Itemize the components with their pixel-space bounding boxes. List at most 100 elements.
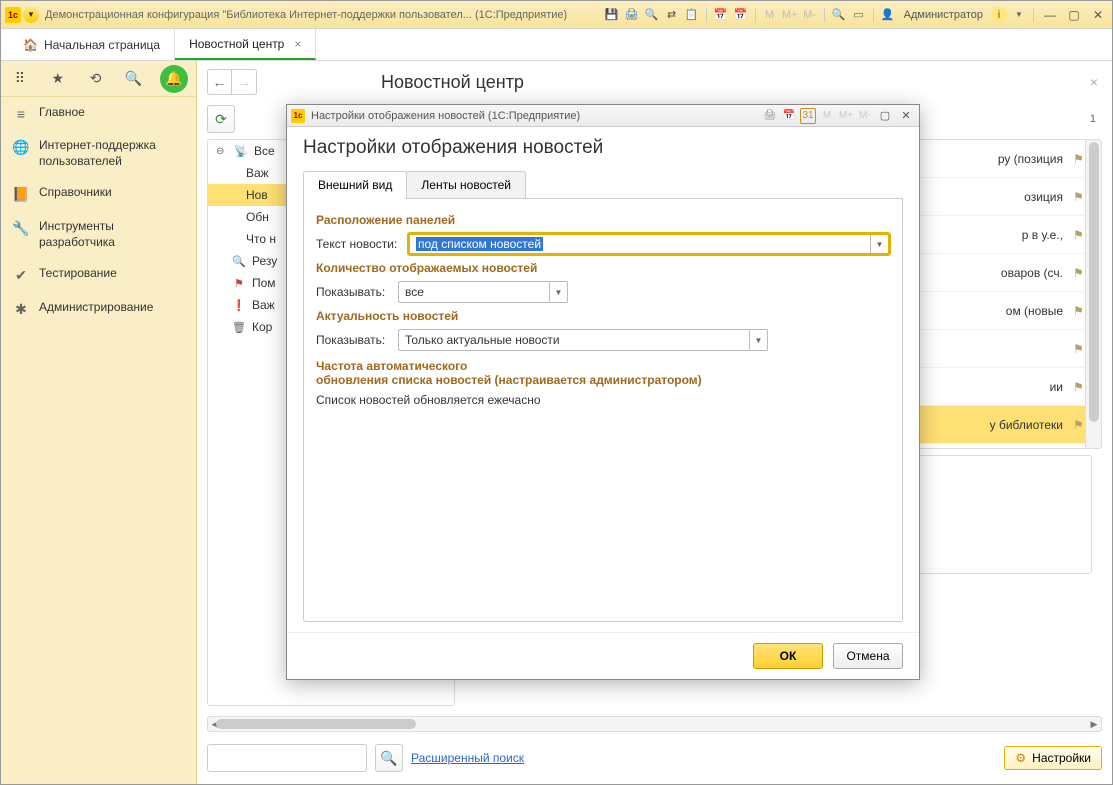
tab-news[interactable]: Новостной центр × (175, 29, 316, 60)
scrollbar-vertical[interactable] (1085, 140, 1101, 448)
cancel-button[interactable]: Отмена (833, 643, 903, 669)
search-button[interactable]: 🔍 (375, 744, 403, 772)
sidebar-item-0[interactable]: ≡Главное (1, 97, 196, 130)
separator (824, 8, 825, 22)
user-icon: 👤 (880, 7, 896, 23)
back-button[interactable]: ← (208, 70, 232, 94)
minimize-button[interactable]: — (1040, 7, 1060, 23)
sidebar-item-1[interactable]: 🌐Интернет-поддержка пользователей (1, 130, 196, 177)
info-icon[interactable]: i (991, 7, 1007, 23)
separator (1033, 8, 1034, 22)
dropdown-text-position[interactable]: под списком новостей ▼ (408, 233, 890, 255)
sidebar-icon: 🌐 (13, 139, 29, 156)
tab-feeds[interactable]: Ленты новостей (406, 171, 526, 198)
sidebar-item-label: Справочники (39, 185, 112, 201)
preview-icon[interactable]: 🔍 (644, 7, 660, 23)
section-freq-line2: обновления списка новостей (настраиваетс… (316, 373, 702, 387)
scrollbar-thumb[interactable] (1089, 142, 1099, 422)
tree-icon: ⚑ (232, 277, 246, 290)
m-minus-button[interactable]: M- (857, 108, 873, 124)
tree-icon: 🔍 (232, 255, 246, 268)
settings-button[interactable]: ⚙ Настройки (1004, 746, 1102, 770)
print-icon[interactable]: 🖨 (762, 108, 778, 124)
advanced-search-link[interactable]: Расширенный поиск (411, 751, 524, 765)
close-button[interactable]: ✕ (897, 108, 915, 124)
m-button[interactable]: M (819, 108, 835, 124)
tree-label: Важ (246, 166, 269, 180)
scrollbar-thumb[interactable] (216, 719, 416, 729)
dialog-footer: ОК Отмена (287, 632, 919, 679)
tab-label: Начальная страница (44, 38, 160, 52)
dialog-titlebar: 1c Настройки отображения новостей (1С:Пр… (287, 105, 919, 127)
search-bar: 🔍 Расширенный поиск ⚙ Настройки (197, 732, 1112, 784)
ok-button[interactable]: ОК (753, 643, 823, 669)
refresh-button[interactable]: ⟳ (207, 105, 235, 133)
section-relevance: Актуальность новостей (316, 309, 890, 323)
chevron-down-icon[interactable]: ▼ (749, 330, 767, 350)
dropdown-arrow-icon[interactable]: ▼ (23, 7, 39, 23)
tab-label: Новостной центр (189, 37, 284, 51)
close-icon[interactable]: × (294, 37, 301, 51)
dialog-toolbar: 🖨 📅 31 M M+ M- ▢ ✕ (762, 108, 915, 124)
tree-icon: ❗ (232, 299, 246, 312)
dropdown2-icon[interactable]: ▼ (1011, 7, 1027, 23)
dropdown-value: все (405, 285, 424, 299)
calendar1-icon[interactable]: 📅 (713, 7, 729, 23)
sidebar-toolbar: ⠿ ★ ⟲ 🔍 🔔 (1, 61, 196, 97)
m-plus-button[interactable]: M+ (838, 108, 854, 124)
sidebar-item-label: Инструменты разработчика (39, 219, 184, 250)
tab-appearance[interactable]: Внешний вид (303, 171, 407, 198)
compare-icon[interactable]: ⇄ (664, 7, 680, 23)
chevron-down-icon[interactable]: ▼ (549, 282, 567, 302)
section-count: Количество отображаемых новостей (316, 261, 890, 275)
scroll-right-icon[interactable]: ▶ (1087, 717, 1101, 731)
dropdown-count[interactable]: все ▼ (398, 281, 568, 303)
sidebar-icon: ✱ (13, 301, 29, 318)
tree-label: Пом (252, 276, 276, 290)
sidebar: ⠿ ★ ⟲ 🔍 🔔 ≡Главное🌐Интернет-поддержка по… (1, 61, 197, 784)
sidebar-icon: ≡ (13, 106, 29, 122)
star-icon[interactable]: ★ (47, 68, 69, 90)
section-frequency: Частота автоматического обновления списк… (316, 359, 890, 387)
maximize-button[interactable]: ▢ (1064, 7, 1084, 23)
bell-icon[interactable]: 🔔 (160, 65, 188, 93)
chevron-down-icon[interactable]: ▼ (870, 235, 888, 253)
collapse-icon[interactable]: ⊖ (216, 146, 228, 157)
separator (755, 8, 756, 22)
m-button[interactable]: M (762, 7, 778, 23)
window-title: Демонстрационная конфигурация "Библиотек… (45, 9, 604, 21)
print-icon[interactable]: 🖨 (624, 7, 640, 23)
search-input[interactable] (207, 744, 367, 772)
maximize-button[interactable]: ▢ (876, 108, 894, 124)
search-icon[interactable]: 🔍 (122, 68, 144, 90)
tabstrip: 🏠 Начальная страница Новостной центр × (1, 29, 1112, 61)
sidebar-item-2[interactable]: 📙Справочники (1, 177, 196, 211)
panel-icon[interactable]: ▭ (851, 7, 867, 23)
calendar2-icon[interactable]: 📅 (733, 7, 749, 23)
tab-home[interactable]: 🏠 Начальная страница (9, 29, 175, 60)
app-logo-icon: 1c (5, 7, 21, 23)
apps-icon[interactable]: ⠿ (9, 68, 31, 90)
close-icon[interactable]: × (1086, 70, 1102, 94)
m-minus-button[interactable]: M- (802, 7, 818, 23)
tree-label: Все (254, 144, 275, 158)
page-title: Новостной центр (381, 72, 524, 93)
sidebar-item-3[interactable]: 🔧Инструменты разработчика (1, 211, 196, 258)
calendar2-icon[interactable]: 31 (800, 108, 816, 124)
titlebar-toolbar: 💾 🖨 🔍 ⇄ 📋 📅 📅 M M+ M- 🔍 ▭ 👤 Администрато… (604, 7, 1108, 23)
scrollbar-horizontal[interactable]: ◀ ▶ (207, 716, 1102, 732)
zoom-in-icon[interactable]: 🔍 (831, 7, 847, 23)
calendar1-icon[interactable]: 📅 (781, 108, 797, 124)
dropdown-relevance[interactable]: Только актуальные новости ▼ (398, 329, 768, 351)
forward-button[interactable]: → (232, 70, 256, 94)
m-plus-button[interactable]: M+ (782, 7, 798, 23)
counter: 1 (1090, 113, 1096, 125)
clipboard-icon[interactable]: 📋 (684, 7, 700, 23)
history-icon[interactable]: ⟲ (85, 68, 107, 90)
settings-dialog: 1c Настройки отображения новостей (1С:Пр… (286, 104, 920, 680)
sidebar-item-5[interactable]: ✱Администрирование (1, 292, 196, 326)
sidebar-item-4[interactable]: ✔Тестирование (1, 258, 196, 292)
sidebar-icon: ✔ (13, 267, 29, 284)
save-icon[interactable]: 💾 (604, 7, 620, 23)
close-button[interactable]: ✕ (1088, 7, 1108, 23)
